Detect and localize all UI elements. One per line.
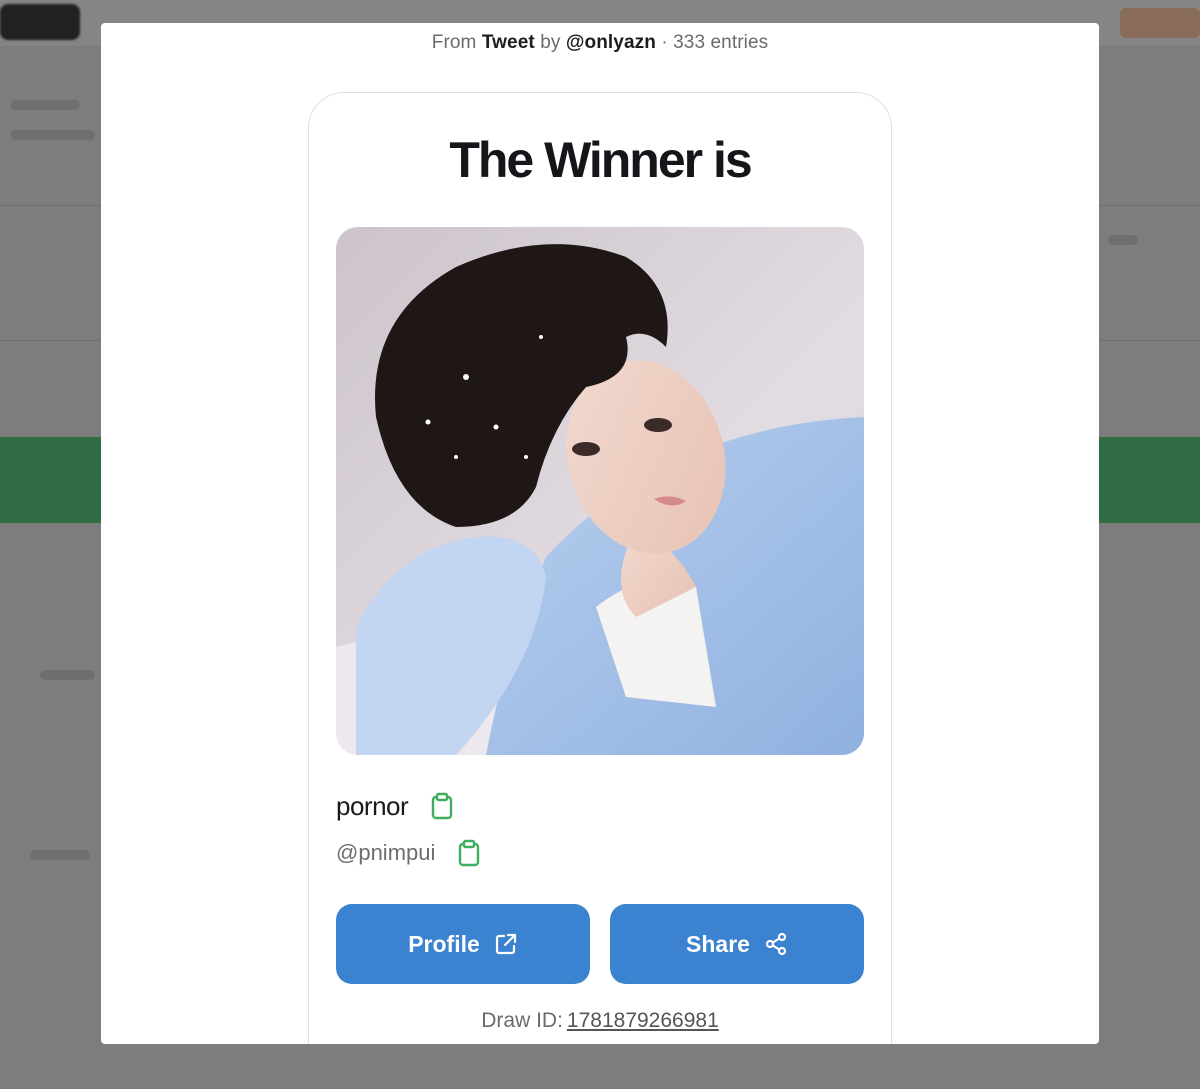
winner-modal: From Tweet by @onlyazn · 333 entries The… (101, 23, 1099, 1044)
background-text (10, 130, 95, 140)
draw-id-label: Draw ID: (481, 1009, 563, 1032)
share-icon (765, 932, 787, 956)
card-title: The Winner is (449, 132, 752, 188)
winner-photo-illustration (336, 227, 864, 755)
background-text (40, 670, 95, 680)
copy-name-clipboard-icon[interactable] (430, 792, 454, 820)
external-link-icon (495, 933, 516, 955)
background-text (1108, 235, 1138, 245)
winner-handle-row: @pnimpui (336, 836, 481, 870)
winner-card: The Winner is pornor @pnimpui Profile Sh… (308, 92, 892, 1044)
winner-name-row: pornor (336, 788, 454, 824)
background-action (1120, 8, 1200, 38)
background-text (10, 100, 80, 110)
background-text (30, 850, 90, 860)
copy-handle-clipboard-icon[interactable] (457, 839, 481, 867)
share-button-label: Share (686, 930, 750, 957)
winner-name: pornor (336, 790, 409, 821)
source-author: @onlyazn (565, 32, 656, 53)
source-separator: · (661, 32, 668, 53)
source-platform: Tweet (481, 32, 535, 53)
background-logo (0, 4, 80, 40)
winner-photo (336, 227, 864, 755)
draw-id: Draw ID: 1781879266981 (309, 1009, 891, 1033)
source-line: From Tweet by @onlyazn · 333 entries (101, 32, 1099, 54)
share-button[interactable]: Share (610, 904, 864, 984)
source-entries: 333 entries (673, 32, 769, 53)
source-prefix: From (431, 32, 477, 53)
profile-button[interactable]: Profile (336, 904, 590, 984)
source-by-label: by (540, 32, 561, 53)
draw-id-link[interactable]: 1781879266981 (567, 1009, 719, 1032)
profile-button-label: Profile (408, 930, 480, 957)
winner-handle: @pnimpui (336, 840, 436, 865)
